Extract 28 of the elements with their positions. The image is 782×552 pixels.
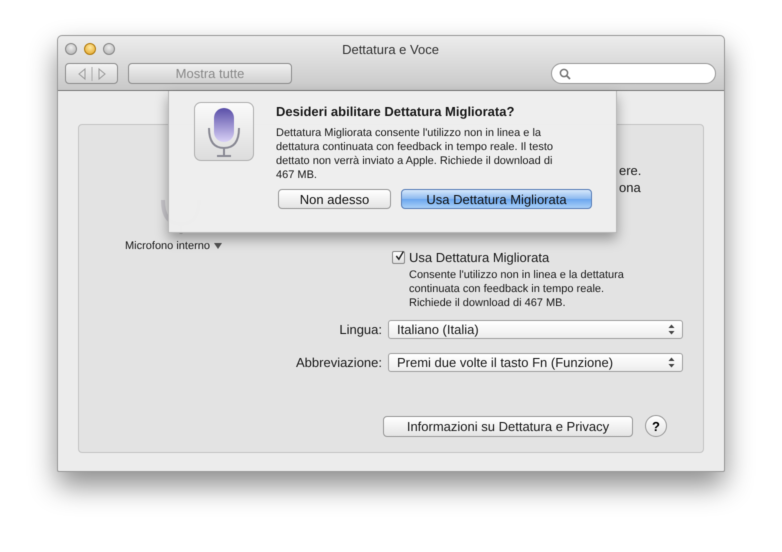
enhanced-dictation-checkbox[interactable]: Usa Dettatura Migliorata [392, 250, 683, 265]
window-title: Dettatura e Voce [342, 42, 439, 56]
field-label: Abbreviazione: [295, 355, 382, 370]
dialog-button[interactable]: Non adesso [278, 189, 391, 209]
up-down-arrows-icon [668, 357, 675, 368]
covered-text: ere. [619, 162, 642, 179]
dialog-message: Dettatura Migliorata consente l'utilizzo non in linea e la dettatura continuata con feedback in tempo reale. Il testo dettato non verrà inviato a Apple. Richiede il download di 467 MB. [276, 126, 554, 182]
field-label: Lingua: [338, 322, 382, 337]
popup-menu[interactable]: Italiano (Italia) [388, 320, 683, 339]
enhanced-dictation-description: Consente l'utilizzo non in linea e la dettatura continuata con feedback in tempo reale. Richiede il download di 467 MB. [409, 268, 625, 310]
zoom-button[interactable] [103, 43, 115, 55]
dialog-title: Desideri abilitare Dettatura Migliorata? [276, 104, 516, 119]
microphone-selector[interactable]: Microfono interno [125, 240, 222, 252]
back-forward-icon [78, 66, 106, 80]
search-field[interactable] [551, 63, 716, 84]
default-button[interactable]: Usa Dettatura Migliorata [401, 189, 592, 209]
microphone-app-icon [194, 102, 254, 161]
popup-menu[interactable]: Premi due volte il tasto Fn (Funzione) [388, 353, 683, 372]
covered-text: ona [619, 179, 641, 196]
search-icon [559, 68, 571, 80]
back-forward-control[interactable] [65, 63, 118, 84]
close-button[interactable] [65, 43, 77, 55]
help-button[interactable]: ? [645, 415, 667, 437]
minimize-button[interactable] [84, 43, 96, 55]
checkmark-icon [395, 249, 404, 263]
dropdown-triangle-icon [214, 243, 222, 249]
privacy-info-button[interactable]: Informazioni su Dettatura e Privacy [383, 416, 633, 436]
up-down-arrows-icon [668, 324, 675, 335]
